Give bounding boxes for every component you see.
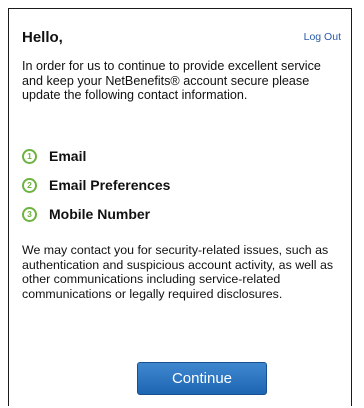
step-number-icon: 2: [22, 178, 37, 193]
dialog-header: Hello, Log Out: [22, 29, 341, 49]
list-item: 2 Email Preferences: [22, 176, 342, 205]
step-label-email-preferences: Email Preferences: [49, 177, 171, 193]
logout-link[interactable]: Log Out: [304, 31, 341, 43]
step-label-email: Email: [49, 148, 87, 164]
steps-list: 1 Email 2 Email Preferences 3 Mobile Num…: [22, 147, 342, 234]
continue-button[interactable]: Continue: [137, 362, 267, 395]
list-item: 1 Email: [22, 147, 342, 176]
step-number-icon: 3: [22, 207, 37, 222]
security-notice-text: We may contact you for security-related …: [22, 243, 334, 301]
contact-update-dialog: Hello, Log Out In order for us to contin…: [8, 8, 352, 406]
step-number-icon: 1: [22, 149, 37, 164]
step-label-mobile-number: Mobile Number: [49, 206, 151, 222]
list-item: 3 Mobile Number: [22, 205, 342, 234]
intro-text: In order for us to continue to provide e…: [22, 59, 321, 103]
greeting-heading: Hello,: [22, 29, 63, 46]
